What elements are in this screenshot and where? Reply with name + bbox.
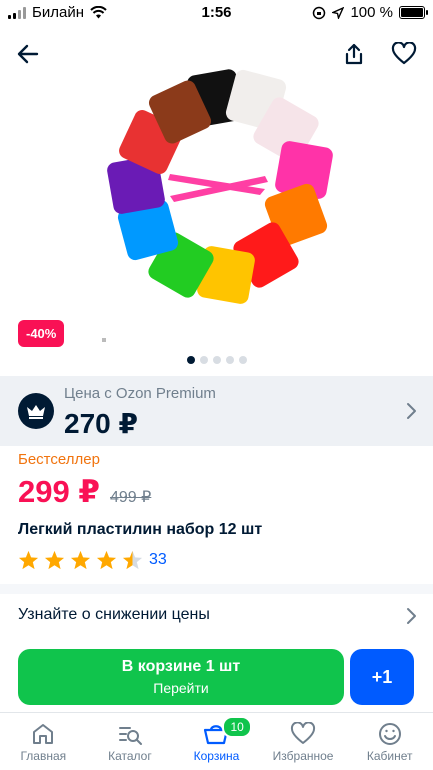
gallery-dot[interactable] — [186, 356, 195, 364]
gallery-marker — [102, 338, 106, 342]
rotation-lock-icon — [313, 6, 326, 19]
tab-profile[interactable]: Кабинет — [346, 713, 433, 770]
catalog-icon — [118, 727, 142, 745]
gallery-pagination[interactable] — [0, 356, 433, 364]
star-icon — [96, 550, 117, 570]
tab-label: Корзина — [193, 749, 240, 763]
gallery-dot[interactable] — [238, 356, 247, 364]
status-bar: Билайн 1:56 100 % — [0, 0, 433, 26]
back-button[interactable] — [12, 38, 44, 70]
star-icon — [18, 550, 39, 570]
tab-cart[interactable]: 10 Корзина — [173, 713, 260, 770]
battery-percent: 100 % — [350, 4, 393, 21]
chevron-right-icon — [407, 403, 416, 419]
product-title: Легкий пластилин набор 12 шт — [18, 521, 263, 538]
section-divider — [0, 584, 433, 594]
arrow-left-icon — [17, 44, 39, 64]
share-icon — [345, 43, 363, 65]
product-rating[interactable]: 33 — [18, 550, 167, 570]
tab-label: Главная — [20, 749, 67, 763]
add-one-button[interactable]: +1 — [350, 649, 414, 705]
share-button[interactable] — [338, 38, 370, 70]
rating-stars — [18, 550, 143, 570]
tab-label: Каталог — [108, 749, 152, 763]
gallery-dot[interactable] — [225, 356, 234, 364]
price-drop-label: Узнайте о снижении цены — [18, 606, 210, 623]
in-cart-button[interactable]: В корзине 1 шт Перейти — [18, 649, 344, 705]
tab-favorites[interactable]: Избранное — [260, 713, 347, 770]
reviews-count: 33 — [149, 551, 167, 568]
premium-price: 270 ₽ — [64, 408, 138, 439]
plastic-knives — [168, 174, 268, 202]
battery-icon — [399, 6, 428, 19]
gallery-dot[interactable] — [212, 356, 221, 364]
current-price: 299 ₽ — [18, 474, 100, 509]
premium-label: Цена с Ozon Premium — [64, 385, 216, 402]
favorite-button[interactable] — [388, 38, 420, 70]
old-price: 499 ₽ — [110, 489, 152, 506]
bestseller-label: Бестселлер — [18, 451, 100, 468]
star-icon — [122, 550, 143, 570]
star-icon — [44, 550, 65, 570]
premium-price-banner[interactable]: Цена с Ozon Premium 270 ₽ — [0, 376, 433, 446]
in-cart-label: В корзине 1 шт — [121, 658, 241, 675]
tab-label: Кабинет — [366, 749, 413, 763]
tab-catalog[interactable]: Каталог — [87, 713, 174, 770]
tab-label: Избранное — [272, 749, 334, 763]
heart-icon — [391, 42, 417, 65]
star-icon — [70, 550, 91, 570]
home-icon — [33, 724, 54, 744]
chevron-right-icon — [407, 608, 416, 624]
gallery-dot[interactable] — [199, 356, 208, 364]
price-drop-alert[interactable]: Узнайте о снижении цены — [0, 594, 433, 638]
heart-icon — [291, 722, 316, 744]
crown-icon — [18, 393, 54, 429]
tab-home[interactable]: Главная — [0, 713, 87, 770]
profile-icon — [378, 723, 401, 745]
bottom-tab-bar: Главная Каталог 10 Корзина Избранное Каб… — [0, 712, 433, 770]
go-to-cart-label: Перейти — [153, 680, 209, 696]
discount-badge: -40% — [18, 320, 65, 347]
product-image[interactable] — [90, 64, 340, 314]
location-icon — [332, 6, 345, 19]
cart-count-badge: 10 — [222, 716, 252, 738]
status-right: 100 % — [312, 4, 428, 21]
